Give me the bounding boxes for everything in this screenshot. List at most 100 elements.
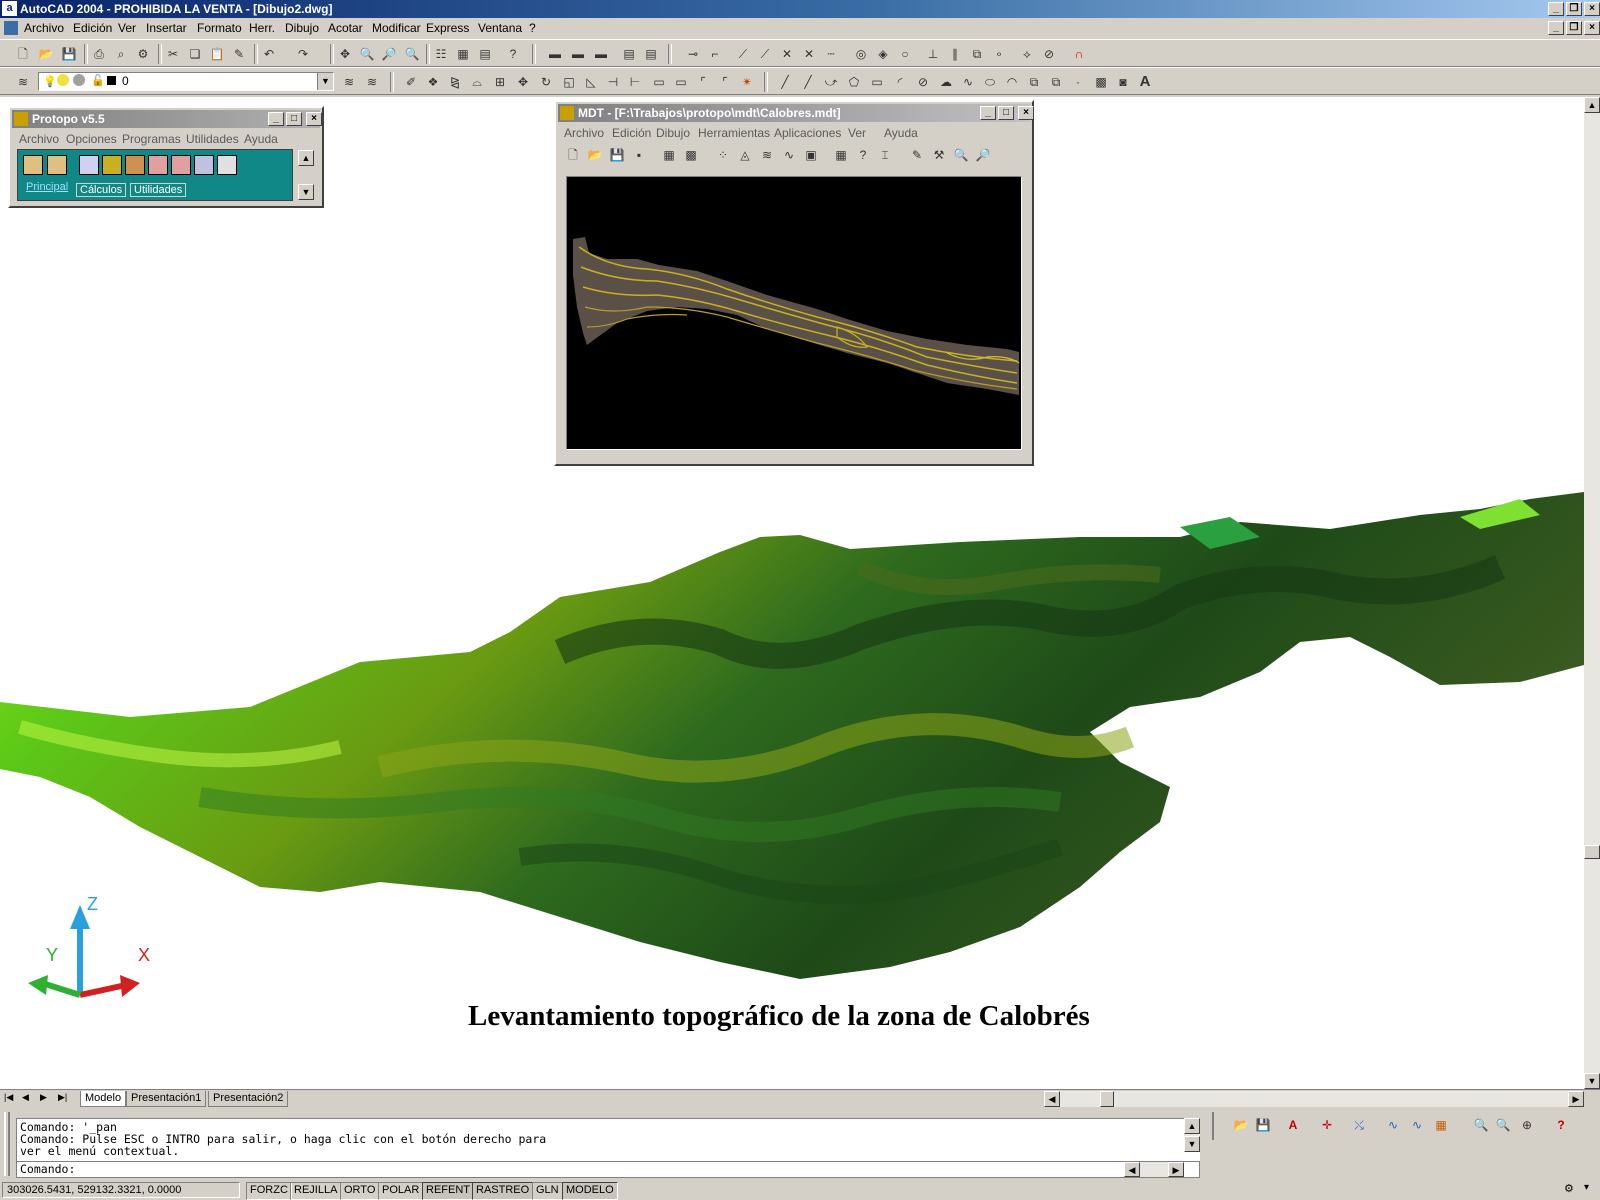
snap-insert-icon[interactable]: ⧉ (968, 45, 986, 63)
document-icon[interactable] (4, 21, 18, 35)
locate-icon[interactable]: ⤯ (1350, 1116, 1368, 1134)
mdt-grid-icon[interactable]: ▦ (832, 146, 850, 164)
zoom-previous-icon[interactable]: 🔍 (403, 45, 421, 63)
protopo-menu-ayuda[interactable]: Ayuda (244, 132, 278, 146)
protopo-menu-opciones[interactable]: Opciones (66, 132, 117, 146)
grid-color-icon[interactable]: ▦ (1432, 1116, 1450, 1134)
menu-archivo[interactable]: Archivo (24, 21, 64, 35)
make-layer-current-icon[interactable]: ≋ (340, 73, 358, 91)
status-refent-button[interactable]: REFENT (422, 1182, 474, 1200)
mdt-menu-dibujo[interactable]: Dibujo (656, 126, 690, 140)
cmd-scroll-down-icon[interactable]: ▼ (1184, 1136, 1200, 1152)
menu-formato[interactable]: Formato (197, 21, 242, 35)
text-style-icon[interactable]: A (1284, 1116, 1302, 1134)
mtext-icon[interactable]: A (1136, 73, 1154, 91)
construction-line-icon[interactable]: ╱ (799, 73, 817, 91)
circle-icon[interactable]: ⊘ (914, 73, 932, 91)
osnap-settings-icon[interactable]: ∩ (1070, 45, 1088, 63)
protopo-tab-utilidades[interactable]: Utilidades (130, 183, 187, 197)
doc-restore-icon[interactable]: ❐ (1566, 21, 1582, 35)
protopo-tool-9-icon[interactable] (217, 155, 237, 175)
extend-icon[interactable]: ⊢ (626, 73, 644, 91)
protopo-tool-1-icon[interactable] (23, 155, 43, 175)
tab-next-icon[interactable]: ▶ (40, 1092, 47, 1103)
command-scrollbar[interactable]: ▲ ▼ (1184, 1118, 1200, 1152)
horizontal-scrollbar[interactable]: ◀ ▶ (1044, 1091, 1584, 1107)
protopo-maximize-icon[interactable]: □ (286, 112, 302, 126)
toolbar-c-icon[interactable]: ▬ (592, 45, 610, 63)
menu-ventana[interactable]: Ventana (478, 21, 522, 35)
break-icon[interactable]: ▭ (650, 73, 668, 91)
snap-midpoint-icon[interactable]: ⟋ (734, 45, 752, 63)
ellipse-icon[interactable]: ⬭ (981, 73, 999, 91)
mdt-tools-icon[interactable]: ⚒ (930, 146, 948, 164)
tab-modelo[interactable]: Modelo (80, 1091, 127, 1107)
trim-icon[interactable]: ⊣ (604, 73, 622, 91)
mdt-viewport[interactable] (566, 176, 1022, 450)
tab-presentacion1[interactable]: Presentación1 (126, 1091, 207, 1107)
protopo-tool-8-icon[interactable] (194, 155, 214, 175)
erase-icon[interactable]: ✐ (402, 73, 420, 91)
snap-perpendicular-icon[interactable]: ⌐ (706, 45, 724, 63)
mdt-query-icon[interactable]: ? (854, 146, 872, 164)
protopo-tool-4-icon[interactable] (102, 155, 122, 175)
close-icon[interactable]: × (1584, 2, 1600, 16)
chevron-down-icon[interactable]: ▼ (317, 73, 333, 90)
publish-icon[interactable]: ⚙ (134, 45, 152, 63)
snap-node-icon[interactable]: ∘ (990, 45, 1008, 63)
rotate-icon[interactable]: ↻ (537, 73, 555, 91)
status-forzc-button[interactable]: FORZC (246, 1182, 292, 1200)
array-icon[interactable]: ⊞ (491, 73, 509, 91)
insert-block-icon[interactable]: ⧉ (1025, 73, 1043, 91)
mdt-menu-ver[interactable]: Ver (848, 126, 866, 140)
scroll-down-icon[interactable]: ▼ (1584, 1073, 1600, 1089)
protopo-tool-5-icon[interactable] (125, 155, 145, 175)
redo-icon[interactable]: ↷ (294, 45, 312, 63)
mdt-maximize-icon[interactable]: □ (998, 106, 1014, 120)
status-menu-icon[interactable]: ▾ (1584, 1182, 1589, 1193)
point-icon[interactable]: · (1069, 73, 1087, 91)
explode-icon[interactable]: ✴ (738, 73, 756, 91)
mdt-edit-icon[interactable]: ✎ (908, 146, 926, 164)
copy-object-icon[interactable]: ❖ (424, 73, 442, 91)
undo-icon[interactable]: ↶ (260, 45, 278, 63)
open-file-icon[interactable]: 📂 (1232, 1116, 1250, 1134)
status-orto-button[interactable]: ORTO (340, 1182, 380, 1200)
zoom-in-icon[interactable]: 🔍 (1472, 1116, 1490, 1134)
offset-icon[interactable]: ⌓ (468, 73, 486, 91)
rectangle-icon[interactable]: ▭ (868, 73, 886, 91)
mdt-close-icon[interactable]: × (1018, 106, 1034, 120)
snap-parallel-icon[interactable]: ∥ (946, 45, 964, 63)
menu-dibujo[interactable]: Dibujo (285, 21, 319, 35)
mdt-contour-icon[interactable]: ▩ (682, 146, 700, 164)
mdt-minimize-icon[interactable]: _ (980, 106, 996, 120)
protopo-scroll-up-icon[interactable]: ▲ (298, 150, 314, 166)
tab-presentacion2[interactable]: Presentación2 (208, 1091, 289, 1107)
mdt-save-icon[interactable]: 💾 (608, 146, 626, 164)
menu-express[interactable]: Express (426, 21, 469, 35)
toolbar-a-icon[interactable]: ▬ (546, 45, 564, 63)
status-modelo-button[interactable]: MODELO (562, 1182, 618, 1200)
help-icon[interactable]: ? (504, 45, 522, 63)
snap-tangent-icon[interactable]: ⟋ (756, 45, 774, 63)
mdt-triangulate-icon[interactable]: ◬ (736, 146, 754, 164)
design-center-icon[interactable]: ▦ (454, 45, 472, 63)
doc-close-icon[interactable]: × (1584, 21, 1600, 35)
move-icon[interactable]: ✥ (514, 73, 532, 91)
properties-icon[interactable]: ☷ (432, 45, 450, 63)
protopo-minimize-icon[interactable]: _ (268, 112, 284, 126)
autocad-app-icon[interactable]: a (2, 1, 17, 16)
save-file-icon[interactable]: 💾 (1254, 1116, 1272, 1134)
chamfer-icon[interactable]: ⌜ (694, 73, 712, 91)
arc-icon[interactable]: ◜ (891, 73, 909, 91)
doc-minimize-icon[interactable]: _ (1548, 21, 1564, 35)
snap-nearest-icon[interactable]: ⟡ (1018, 45, 1036, 63)
mdt-window[interactable]: MDT - [F:\Trabajos\protopo\mdt\Calobres.… (554, 100, 1034, 466)
zoom-window-icon[interactable]: 🔎 (380, 45, 398, 63)
scroll-thumb[interactable] (1584, 845, 1600, 859)
mdt-menu-archivo[interactable]: Archivo (564, 126, 604, 140)
menu-acotar[interactable]: Acotar (328, 21, 363, 35)
status-rejilla-button[interactable]: REJILLA (290, 1182, 342, 1200)
mdt-zoom-icon[interactable]: 🔍 (952, 146, 970, 164)
copy-icon[interactable]: ❏ (186, 45, 204, 63)
